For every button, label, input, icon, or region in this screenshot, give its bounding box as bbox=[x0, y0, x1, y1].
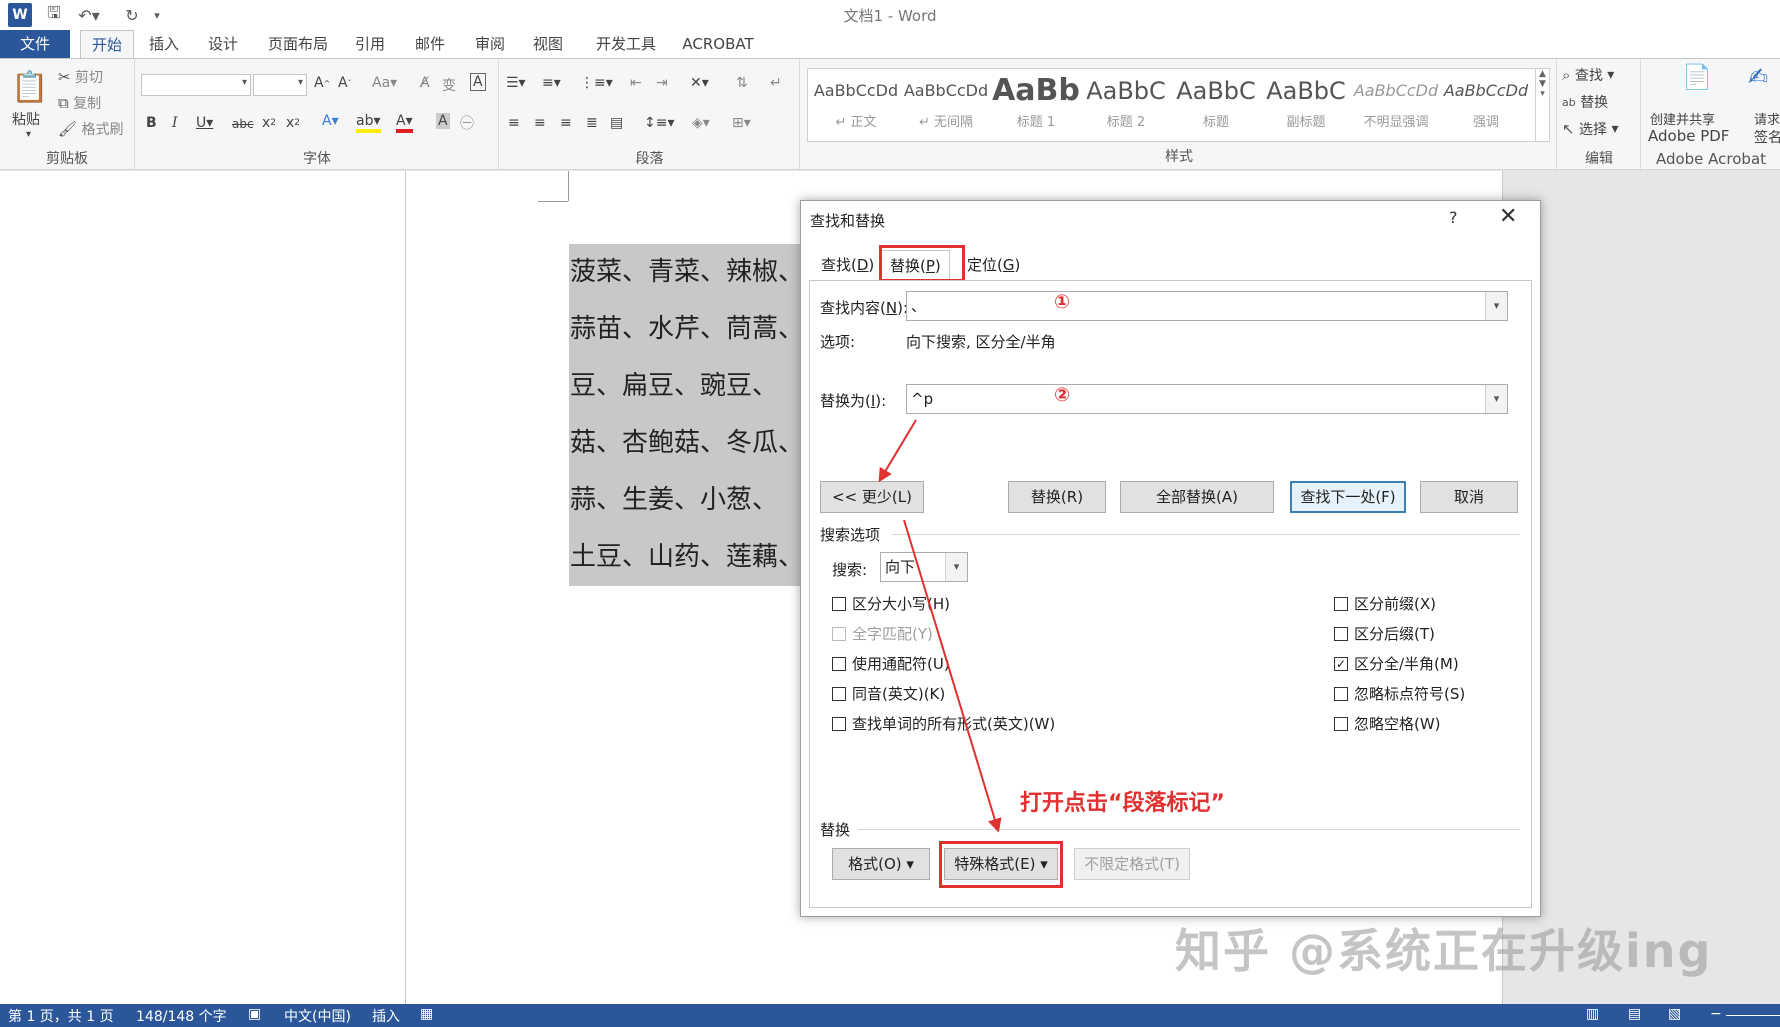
proofing-icon[interactable]: ▣ bbox=[248, 1006, 261, 1022]
status-language[interactable]: 中文(中国) bbox=[284, 1006, 351, 1026]
watermark: 知乎 @系统正在升级ing bbox=[1175, 924, 1713, 978]
status-words[interactable]: 148/148 个字 bbox=[136, 1006, 227, 1026]
macro-icon[interactable]: ▦ bbox=[420, 1006, 433, 1022]
status-bar: 第 1 页，共 1 页 148/148 个字 ▣ 中文(中国) 插入 ▦ ▥ ▤… bbox=[0, 1004, 1780, 1027]
print-layout-icon[interactable]: ▤ bbox=[1628, 1006, 1641, 1022]
arrow-to-special-format bbox=[903, 519, 1002, 833]
zoom-out-icon[interactable]: − bbox=[1710, 1006, 1722, 1022]
zoom-slider[interactable] bbox=[1726, 1015, 1780, 1016]
web-layout-icon[interactable]: ▧ bbox=[1668, 1006, 1681, 1022]
status-mode[interactable]: 插入 bbox=[372, 1006, 400, 1026]
status-page[interactable]: 第 1 页，共 1 页 bbox=[8, 1006, 114, 1026]
read-mode-icon[interactable]: ▥ bbox=[1586, 1006, 1599, 1022]
annotation-arrows bbox=[878, 419, 1002, 833]
arrow-to-less-button bbox=[878, 419, 917, 483]
